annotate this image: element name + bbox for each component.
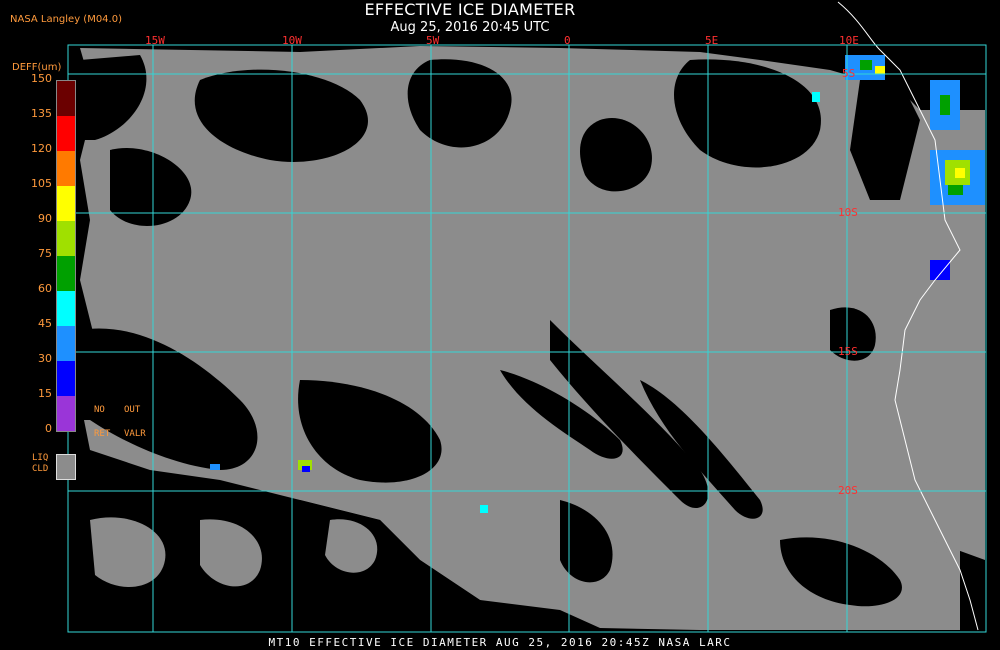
color-scale-bar bbox=[56, 80, 76, 432]
legend-tick: 0 bbox=[45, 422, 52, 435]
lat-label: 15S bbox=[838, 345, 858, 358]
color-swatch bbox=[57, 326, 75, 361]
lon-label: 10W bbox=[282, 34, 302, 47]
color-swatch bbox=[57, 361, 75, 396]
legend-tick: 30 bbox=[38, 352, 52, 365]
no-label: NO bbox=[94, 405, 105, 415]
lat-label: 20S bbox=[838, 484, 858, 497]
legend-tick: 135 bbox=[31, 107, 52, 120]
color-swatch bbox=[57, 116, 75, 151]
color-swatch bbox=[57, 396, 75, 431]
source-label: NASA Langley (M04.0) bbox=[10, 14, 122, 25]
valr-label: VALR bbox=[124, 429, 146, 439]
lon-label: 10E bbox=[839, 34, 859, 47]
lon-label: 5E bbox=[705, 34, 719, 47]
legend-tick: 150 bbox=[31, 72, 52, 85]
ret-label: RET bbox=[94, 429, 111, 439]
footer-caption: MT10 EFFECTIVE ICE DIAMETER AUG 25, 2016… bbox=[268, 636, 732, 649]
lon-label: 15W bbox=[145, 34, 165, 47]
color-swatch bbox=[57, 151, 75, 186]
color-swatch bbox=[57, 81, 75, 116]
liquid-cloud-swatch bbox=[56, 454, 76, 480]
timestamp-subtitle: Aug 25, 2016 20:45 UTC bbox=[390, 20, 550, 35]
liq-text: LIQ bbox=[32, 453, 49, 463]
legend-tick: 45 bbox=[38, 317, 52, 330]
legend-tick: 90 bbox=[38, 212, 52, 225]
out-label: OUT bbox=[124, 405, 141, 415]
color-swatch bbox=[57, 256, 75, 291]
liquid-cloud-label: LIQ CLD bbox=[32, 453, 48, 475]
legend-tick: 120 bbox=[31, 142, 52, 155]
color-swatch bbox=[57, 221, 75, 256]
chart-title: EFFECTIVE ICE DIAMETER bbox=[364, 0, 576, 19]
color-swatch bbox=[57, 291, 75, 326]
satellite-map bbox=[67, 1, 987, 633]
cld-text: CLD bbox=[32, 464, 49, 474]
legend-tick: 60 bbox=[38, 282, 52, 295]
legend-tick: 75 bbox=[38, 247, 52, 260]
color-swatch bbox=[57, 186, 75, 221]
lat-label: 5S bbox=[842, 67, 856, 80]
lat-label: 10S bbox=[838, 206, 858, 219]
lon-label: 5W bbox=[426, 34, 440, 47]
legend-tick: 15 bbox=[38, 387, 52, 400]
lon-label: 0 bbox=[564, 34, 571, 47]
legend-tick: 105 bbox=[31, 177, 52, 190]
